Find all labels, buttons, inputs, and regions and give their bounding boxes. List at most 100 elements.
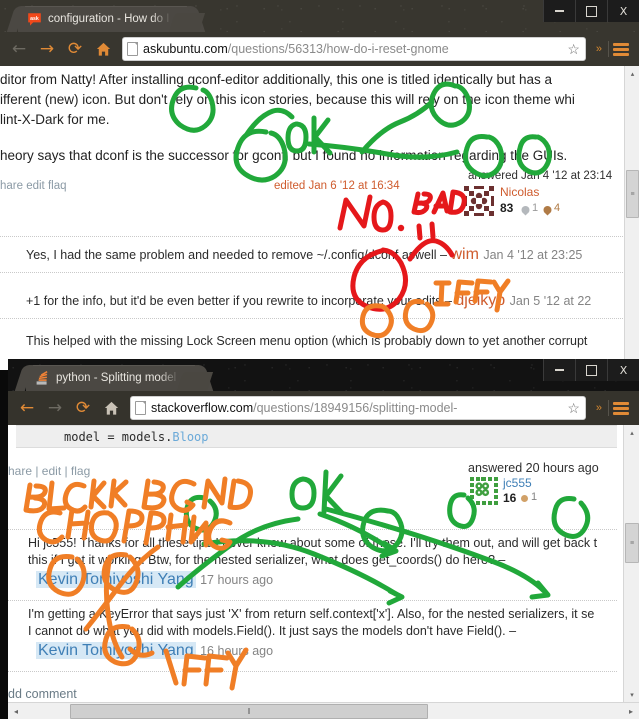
avatar[interactable] xyxy=(464,186,494,216)
comment-divider xyxy=(0,272,623,273)
code-block: model = models.Bloop xyxy=(16,425,617,448)
minimize-button[interactable] xyxy=(543,359,575,381)
edited-timestamp: edited Jan 6 '12 at 16:34 xyxy=(274,180,400,192)
horizontal-scrollbar[interactable]: ◂ ‖ ▸ xyxy=(8,702,639,719)
browser-toolbar[interactable]: ← → ⟳ stackoverflow.com/questions/189491… xyxy=(8,391,639,425)
reload-button[interactable]: ⟳ xyxy=(62,36,88,62)
maximize-button[interactable] xyxy=(575,359,607,381)
bronze-badge-icon xyxy=(521,495,528,502)
answered-timestamp: answered Jan 4 '12 at 23:14 xyxy=(468,170,613,182)
comment-time: Jan 4 '12 at 23:25 xyxy=(483,248,583,262)
hscroll-track[interactable]: ‖ xyxy=(24,703,623,719)
vertical-scrollbar[interactable]: ▴ ≡ ▾ xyxy=(623,425,639,702)
scroll-right-arrow-icon[interactable]: ▸ xyxy=(623,704,639,719)
comment-text: Yes, I had the same problem and needed t… xyxy=(26,248,451,262)
scroll-up-arrow-icon[interactable]: ▴ xyxy=(624,425,639,440)
comment-time: 17 hours ago xyxy=(200,573,274,587)
reputation: 83 xyxy=(500,201,514,215)
new-tab-button[interactable] xyxy=(176,372,214,391)
comment-row[interactable]: I'm getting a KeyError that says just 'X… xyxy=(28,606,617,660)
overflow-chevron-icon[interactable]: » xyxy=(592,43,606,55)
comment-row[interactable]: This helped with the missing Lock Screen… xyxy=(26,332,623,350)
close-button[interactable]: X xyxy=(607,0,639,22)
code-class-name: Bloop xyxy=(172,430,209,444)
comment-divider xyxy=(8,671,617,672)
home-icon[interactable] xyxy=(98,395,124,421)
hamburger-menu-icon[interactable] xyxy=(613,42,629,56)
address-bar[interactable]: askubuntu.com/questions/56313/how-do-i-r… xyxy=(122,37,586,61)
svg-text:ask: ask xyxy=(30,16,39,22)
page-icon xyxy=(127,42,138,56)
code-text: model = models. xyxy=(64,430,173,444)
askubuntu-favicon: ask xyxy=(27,12,42,27)
comment-time: Jan 5 '12 at 22 xyxy=(509,294,592,308)
post-body: ditor from Natty! After installing gconf… xyxy=(0,66,623,166)
browser-toolbar[interactable]: ← → ⟳ askubuntu.com/questions/56313/how-… xyxy=(0,32,639,66)
maximize-button[interactable] xyxy=(575,0,607,22)
post-menu[interactable]: hare | edit | flag xyxy=(8,464,90,478)
add-comment-link[interactable]: dd comment xyxy=(8,687,77,701)
comment-user[interactable]: Kevin Tomiyoshi Yang xyxy=(36,642,196,659)
bronze-badge-icon xyxy=(542,203,553,221)
back-button[interactable]: ← xyxy=(6,36,32,62)
stackoverflow-browser-window[interactable]: python - Splitting model i × X ← → ⟳ sta… xyxy=(8,359,639,719)
hamburger-menu-icon[interactable] xyxy=(613,401,629,415)
comment-row[interactable]: Hi jc555! Thanks for all these tips I ne… xyxy=(28,535,617,589)
comment-divider xyxy=(8,600,617,601)
comment-divider xyxy=(0,236,623,237)
post-line-4: heory says that dconf is the successor f… xyxy=(0,148,568,163)
comment-user[interactable]: wim xyxy=(450,246,478,263)
close-button[interactable]: X xyxy=(607,359,639,381)
comment-line-1: I'm getting a KeyError that says just 'X… xyxy=(28,607,595,621)
url-path: /questions/56313/how-do-i-reset-gnome xyxy=(227,42,449,56)
browser-tab-stackoverflow[interactable]: python - Splitting model i × xyxy=(26,365,202,391)
scroll-up-arrow-icon[interactable]: ▴ xyxy=(625,66,639,81)
home-icon[interactable] xyxy=(90,36,116,62)
comment-user[interactable]: djeikyb xyxy=(455,292,505,309)
hscrollbar-thumb[interactable]: ‖ xyxy=(70,703,428,719)
browser-tab-askubuntu[interactable]: ask configuration - How do I r × xyxy=(18,6,194,32)
bookmark-star-icon[interactable]: ☆ xyxy=(566,401,581,415)
window-controls[interactable]: X xyxy=(543,0,639,22)
toolbar-divider xyxy=(608,41,609,57)
window-controls[interactable]: X xyxy=(543,359,639,381)
scrollbar-thumb[interactable]: ≡ xyxy=(625,523,639,563)
page-viewport[interactable]: ditor from Natty! After installing gconf… xyxy=(0,66,639,370)
vertical-scrollbar[interactable]: ▴ ≡ xyxy=(624,66,639,370)
comment-row[interactable]: Yes, I had the same problem and needed t… xyxy=(26,246,623,264)
comment-row[interactable]: +1 for the info, but it'd be even better… xyxy=(26,292,623,310)
username[interactable]: Nicolas xyxy=(500,185,539,199)
comment-time: 16 hours ago xyxy=(200,644,274,658)
comment-text: +1 for the info, but it'd be even better… xyxy=(26,294,456,308)
askubuntu-browser-window[interactable]: ask configuration - How do I r × X ← → ⟳ xyxy=(0,0,639,370)
comment-line-1: Hi jc555! Thanks for all these tips I ne… xyxy=(28,536,598,550)
scroll-down-arrow-icon[interactable]: ▾ xyxy=(624,687,639,702)
forward-button[interactable]: → xyxy=(42,395,68,421)
comment-user[interactable]: Kevin Tomiyoshi Yang xyxy=(36,571,196,588)
window-titlebar[interactable]: ask configuration - How do I r × X xyxy=(0,0,639,32)
page-viewport[interactable]: model = models.Bloop hare | edit | flag … xyxy=(8,425,639,719)
bookmark-star-icon[interactable]: ☆ xyxy=(566,42,581,56)
back-button[interactable]: ← xyxy=(14,395,40,421)
silver-badge-count: 1 xyxy=(532,202,539,214)
avatar[interactable] xyxy=(470,477,498,505)
scrollbar-thumb[interactable]: ≡ xyxy=(626,170,639,218)
address-bar[interactable]: stackoverflow.com/questions/18949156/spl… xyxy=(130,396,586,420)
new-tab-button[interactable] xyxy=(168,13,206,32)
bronze-badge-count: 1 xyxy=(531,491,538,503)
answered-timestamp: answered 20 hours ago xyxy=(468,461,599,475)
tab-title: python - Splitting model i xyxy=(56,372,179,384)
post-line-3: lint-X-Dark for me. xyxy=(0,112,110,127)
overflow-chevron-icon[interactable]: » xyxy=(592,402,606,414)
username[interactable]: jc555 xyxy=(503,476,532,490)
reload-button[interactable]: ⟳ xyxy=(70,395,96,421)
minimize-button[interactable] xyxy=(543,0,575,22)
page-icon xyxy=(135,401,146,415)
window-titlebar[interactable]: python - Splitting model i × X xyxy=(8,359,639,391)
url-path: /questions/18949156/splitting-model- xyxy=(253,401,458,415)
silver-badge-icon xyxy=(520,203,531,221)
post-menu[interactable]: hare edit flaq xyxy=(0,180,67,192)
toolbar-divider xyxy=(608,400,609,416)
forward-button[interactable]: → xyxy=(34,36,60,62)
scroll-left-arrow-icon[interactable]: ◂ xyxy=(8,704,24,719)
